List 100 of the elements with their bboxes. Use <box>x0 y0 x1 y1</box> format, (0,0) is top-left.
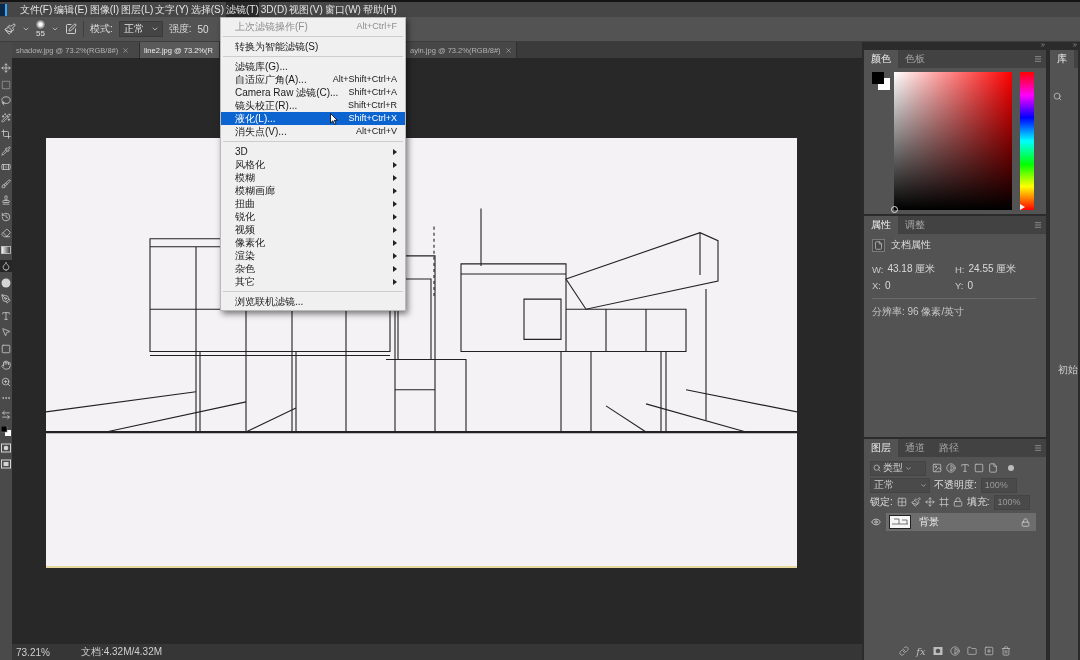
dot-icon[interactable] <box>1008 465 1014 471</box>
pen-square-icon[interactable] <box>65 23 77 35</box>
close-icon[interactable] <box>122 46 130 54</box>
menu-item[interactable]: 图像(I) <box>89 2 120 17</box>
menu-icon[interactable] <box>1034 444 1042 452</box>
menu-item[interactable]: 图层(L) <box>120 2 154 17</box>
panel-tab[interactable]: 颜色 <box>864 50 898 68</box>
menu-item[interactable]: 视图(V) <box>288 2 324 17</box>
brush-icon[interactable] <box>4 23 16 35</box>
color-field[interactable] <box>894 72 1012 210</box>
menu-item[interactable]: 滤镜(T) <box>225 2 260 17</box>
lock-icon[interactable] <box>1021 517 1030 527</box>
menu-item[interactable]: Camera Raw 滤镜(C)... Shift+Ctrl+A <box>221 86 405 99</box>
pointer-icon[interactable] <box>0 326 12 339</box>
panel-tab[interactable]: 路径 <box>932 439 966 457</box>
zoom-icon[interactable] <box>0 375 12 388</box>
dashed-square-icon[interactable] <box>0 78 12 91</box>
menu-item[interactable]: 像素化 <box>221 236 405 249</box>
menu-item[interactable]: 镜头校正(R)... Shift+Ctrl+R <box>221 99 405 112</box>
menu-item[interactable]: 消失点(V)... Alt+Ctrl+V <box>221 125 405 138</box>
gradient-icon[interactable] <box>0 243 12 256</box>
menu-icon[interactable] <box>1034 55 1042 63</box>
menu-item[interactable]: 编辑(E) <box>53 2 89 17</box>
menu-item[interactable]: 模糊画廊 <box>221 184 405 197</box>
folder-icon[interactable] <box>966 646 977 656</box>
mask-icon[interactable] <box>932 646 943 656</box>
collapse-icon[interactable] <box>1040 42 1046 48</box>
caret-icon[interactable] <box>51 25 59 33</box>
pen-icon[interactable] <box>0 293 12 306</box>
menu-item[interactable]: 滤镜库(G)... <box>221 60 405 73</box>
menu-item[interactable]: 锐化 <box>221 210 405 223</box>
brush-icon[interactable] <box>910 497 921 507</box>
menu-item[interactable]: 液化(L)... Shift+Ctrl+X <box>221 112 405 125</box>
caret-icon[interactable] <box>22 25 30 33</box>
swap-icon[interactable] <box>0 408 12 421</box>
menu-item[interactable]: 3D <box>221 145 405 158</box>
file-icon[interactable] <box>988 463 998 473</box>
menu-item[interactable]: 文字(Y) <box>154 2 190 17</box>
crop-icon[interactable] <box>0 128 12 141</box>
link-icon[interactable] <box>899 646 910 656</box>
menu-item[interactable]: 选择(S) <box>190 2 225 17</box>
brush-tip-icon[interactable] <box>36 20 45 29</box>
panel-tab[interactable]: 库 <box>1050 50 1074 68</box>
square-plus-icon[interactable] <box>983 646 994 656</box>
mask-icon[interactable] <box>0 441 12 454</box>
text-icon[interactable] <box>960 463 970 473</box>
menu-item[interactable]: 文件(F) <box>19 2 53 17</box>
half-circle-icon[interactable] <box>946 463 956 473</box>
collapse-icon[interactable] <box>1072 42 1078 48</box>
menu-item[interactable]: 转换为智能滤镜(S) <box>221 40 405 53</box>
menu-item[interactable]: 自适应广角(A)... Alt+Shift+Ctrl+A <box>221 73 405 86</box>
grid-icon[interactable] <box>896 497 907 507</box>
trash-icon[interactable] <box>1000 646 1011 656</box>
effects-button[interactable]: fx <box>916 645 926 657</box>
search-icon[interactable] <box>1053 92 1062 101</box>
filter-dropdown[interactable]: 类型 <box>870 460 926 476</box>
hash-icon[interactable] <box>938 497 949 507</box>
lasso-icon[interactable] <box>0 95 12 108</box>
menu-item[interactable]: 扭曲 <box>221 197 405 210</box>
panel-tab[interactable]: 色板 <box>898 50 932 68</box>
eraser-icon[interactable] <box>0 227 12 240</box>
lock-icon[interactable] <box>952 497 963 507</box>
image-icon[interactable] <box>932 463 942 473</box>
square-icon[interactable] <box>974 463 984 473</box>
droplet-icon[interactable] <box>0 260 12 273</box>
panel-tab[interactable]: 调整 <box>898 216 932 234</box>
text-icon[interactable] <box>0 309 12 322</box>
panel-tab[interactable]: 通道 <box>898 439 932 457</box>
brush-icon[interactable] <box>0 177 12 190</box>
menu-item[interactable]: 帮助(H) <box>362 2 398 17</box>
color-swatch-icon[interactable] <box>0 425 12 438</box>
color-swatch-icon[interactable] <box>872 72 890 90</box>
app-logo-icon[interactable] <box>0 3 7 16</box>
menu-item[interactable]: 浏览联机滤镜... <box>221 295 405 308</box>
hand-icon[interactable] <box>0 359 12 372</box>
menu-item[interactable]: 渲染 <box>221 249 405 262</box>
menu-item[interactable]: 3D(D) <box>260 2 288 17</box>
mode-dropdown[interactable]: 正常 <box>118 21 163 37</box>
menu-item[interactable]: 杂色 <box>221 262 405 275</box>
slider-arrow-icon[interactable] <box>1020 204 1025 210</box>
history-icon[interactable] <box>0 210 12 223</box>
blend-mode-dropdown[interactable]: 正常 <box>870 477 930 493</box>
square-icon[interactable] <box>0 342 12 355</box>
eyedropper-icon[interactable] <box>0 144 12 157</box>
stamp-icon[interactable] <box>0 194 12 207</box>
move-icon[interactable] <box>0 62 12 75</box>
frame-icon[interactable] <box>0 458 12 471</box>
hue-slider[interactable] <box>1020 72 1034 210</box>
panel-tab[interactable]: 图层 <box>864 439 898 457</box>
move-icon[interactable] <box>924 497 935 507</box>
panel-tab[interactable]: 属性 <box>864 216 898 234</box>
close-icon[interactable] <box>504 46 512 54</box>
menu-icon[interactable] <box>1034 221 1042 229</box>
magic-wand-icon[interactable] <box>0 111 12 124</box>
menu-item[interactable]: 模糊 <box>221 171 405 184</box>
layer-row[interactable]: 背景 <box>886 513 1036 531</box>
menu-item[interactable]: 其它 <box>221 275 405 288</box>
menu-item[interactable]: 窗口(W) <box>324 2 362 17</box>
eye-icon[interactable] <box>871 517 881 527</box>
menu-item[interactable]: 视频 <box>221 223 405 236</box>
